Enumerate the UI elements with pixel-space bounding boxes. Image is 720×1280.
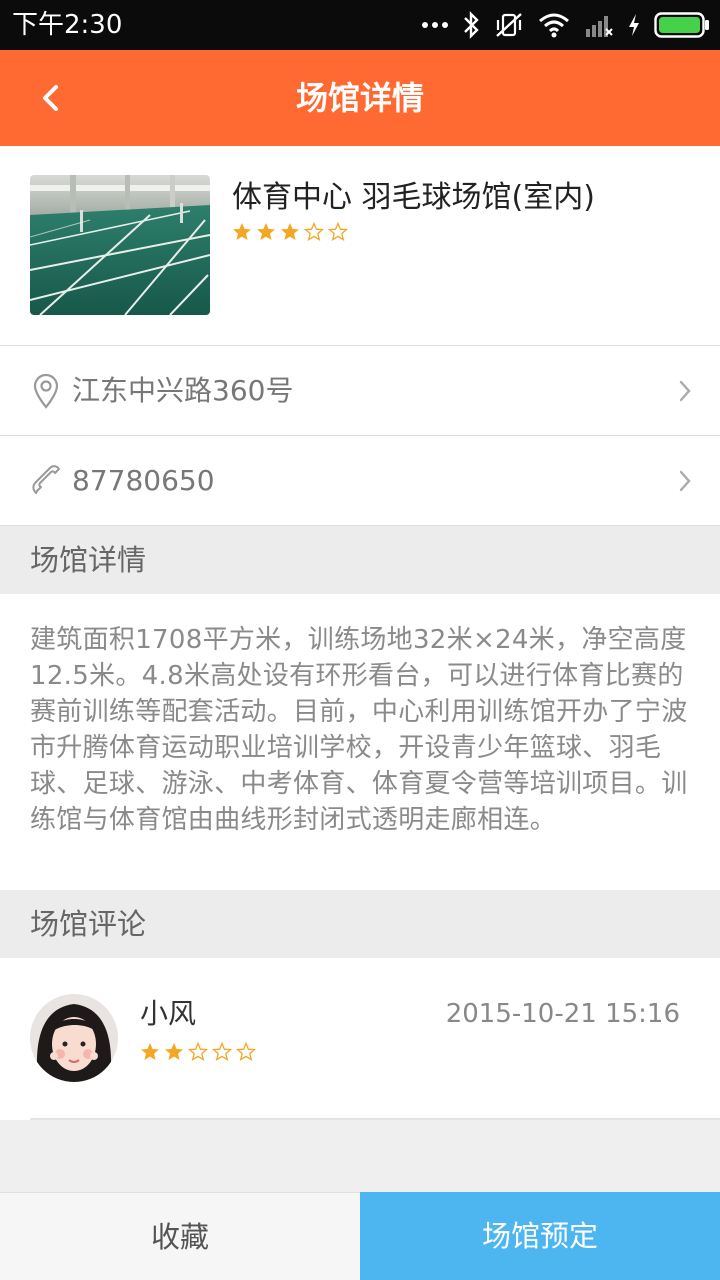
location-pin-icon (33, 373, 59, 409)
review-divider (30, 1118, 720, 1120)
venue-card: 体育中心 羽毛球场馆(室内) (0, 146, 720, 346)
charging-icon (629, 14, 639, 36)
reviews-section-header: 场馆评论 (0, 890, 720, 958)
venue-name: 体育中心 羽毛球场馆(室内) (232, 180, 595, 215)
status-time: 下午2:30 (12, 10, 123, 40)
phone-icon (32, 465, 60, 494)
details-section-title: 场馆详情 (30, 543, 147, 577)
review-date: 2015-10-21 15:16 (445, 999, 680, 1029)
avatar[interactable] (30, 994, 118, 1082)
star-empty-icon (188, 1042, 208, 1061)
chevron-right-icon (679, 380, 691, 402)
address-row[interactable]: 江东中兴路360号 (0, 346, 720, 436)
star-empty-icon (236, 1042, 256, 1061)
star-empty-icon (212, 1042, 232, 1061)
vibrate-off-icon (496, 13, 522, 37)
signal-icon (586, 16, 613, 37)
chevron-right-icon (679, 470, 691, 492)
page-title: 场馆详情 (295, 79, 424, 117)
venue-address: 江东中兴路360号 (72, 374, 294, 407)
star-filled-icon (141, 1043, 159, 1060)
more-dots-icon (422, 22, 448, 28)
book-venue-button[interactable]: 场馆预定 (360, 1192, 720, 1280)
reviewer-name: 小风 (140, 997, 197, 1030)
star-filled-icon (257, 223, 275, 240)
star-filled-icon (233, 223, 251, 240)
venue-photo[interactable] (30, 175, 210, 315)
bluetooth-icon (464, 11, 479, 39)
bottom-action-bar: 收藏 场馆预定 (0, 1192, 720, 1280)
battery-icon (654, 12, 709, 38)
phone-row[interactable]: 87780650 (0, 436, 720, 526)
review-item: 小风 2015-10-21 15:16 (0, 958, 720, 1120)
status-bar: 下午2:30 (0, 0, 720, 50)
details-section-header: 场馆详情 (0, 526, 720, 594)
review-rating (140, 1042, 256, 1062)
description-text: 建筑面积1708平方米，训练场地32米×24米，净空高度12.5米。4.8米高处… (30, 625, 688, 835)
app-header: 场馆详情 (0, 50, 720, 146)
star-filled-icon (281, 223, 299, 240)
star-empty-icon (328, 222, 348, 241)
star-filled-icon (165, 1043, 183, 1060)
reviews-section-title: 场馆评论 (30, 907, 147, 941)
wifi-icon (539, 13, 569, 38)
status-icons (422, 10, 710, 40)
favorite-button[interactable]: 收藏 (0, 1192, 360, 1280)
venue-description: 建筑面积1708平方米，训练场地32米×24米，净空高度12.5米。4.8米高处… (0, 594, 720, 890)
venue-rating (232, 222, 348, 242)
star-empty-icon (304, 222, 324, 241)
venue-phone: 87780650 (72, 464, 215, 497)
